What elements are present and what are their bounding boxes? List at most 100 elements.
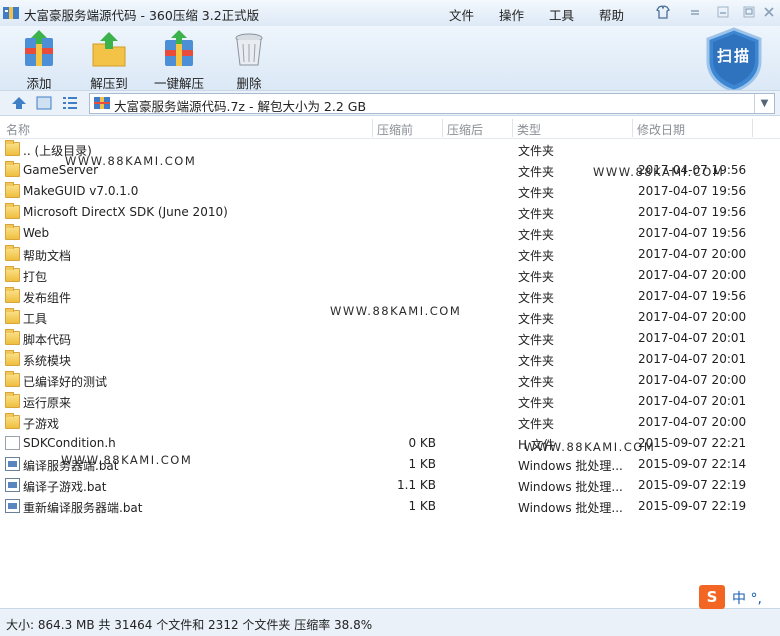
sogou-logo-icon: S: [699, 585, 725, 609]
file-type: 文件夹: [518, 207, 555, 221]
file-date: 2017-04-07 19:56: [638, 226, 747, 240]
file-size: 1 KB: [408, 457, 436, 471]
batch-file-icon: [5, 499, 20, 513]
file-type: 文件夹: [518, 333, 555, 347]
status-text: 大小: 864.3 MB 共 31464 个文件和 2312 个文件夹 压缩率 …: [6, 618, 373, 632]
table-row[interactable]: 运行原来 文件夹 2017-04-07 20:01: [0, 391, 780, 412]
file-type: 文件夹: [518, 165, 555, 179]
menu-tools[interactable]: 工具: [549, 5, 574, 24]
file-icon: [5, 436, 20, 450]
thumbnail-view-icon[interactable]: [36, 96, 52, 110]
folder-icon: [5, 371, 20, 387]
column-size-before[interactable]: 压缩前: [377, 121, 413, 138]
file-name: Web: [23, 226, 50, 240]
file-date: 2017-04-07 20:01: [638, 352, 747, 366]
file-name: 重新编译服务器端.bat: [23, 501, 143, 515]
column-name[interactable]: 名称: [6, 121, 30, 138]
file-name: 已编译好的测试: [23, 375, 108, 389]
batch-file-icon: [5, 478, 20, 492]
title-bar: 大富豪服务端源代码 - 360压缩 3.2正式版 文件 操作 工具 帮助: [0, 0, 780, 26]
table-row[interactable]: 编译子游戏.bat 1.1 KB Windows 批处理... 2015-09-07 …: [0, 475, 780, 496]
file-name: 系统模块: [23, 354, 72, 368]
file-date: 2017-04-07 19:56: [638, 205, 747, 219]
scan-button[interactable]: 扫描: [705, 27, 763, 93]
folder-icon: [5, 266, 20, 282]
file-type: 文件夹: [518, 249, 555, 263]
file-type: 文件夹: [518, 186, 555, 200]
column-date[interactable]: 修改日期: [637, 121, 685, 138]
list-view-icon[interactable]: [62, 96, 78, 110]
maximize-icon[interactable]: [740, 4, 758, 20]
file-date: 2015-09-07 22:19: [638, 478, 747, 492]
menu-file[interactable]: 文件: [449, 5, 474, 24]
add-button[interactable]: 添加: [18, 30, 60, 92]
close-icon[interactable]: [760, 4, 778, 20]
file-date: 2015-09-07 22:14: [638, 457, 747, 471]
table-row[interactable]: 系统模块 文件夹 2017-04-07 20:01: [0, 349, 780, 370]
file-name: MakeGUID v7.0.1.0: [23, 184, 139, 198]
column-divider[interactable]: [752, 119, 753, 137]
ime-toolbar[interactable]: S 中 °,: [699, 585, 780, 611]
file-name: 运行原来: [23, 396, 72, 410]
watermark-text: WWW.88KAMI.COM: [65, 154, 197, 168]
table-row[interactable]: MakeGUID v7.0.1.0 文件夹 2017-04-07 19:56: [0, 181, 780, 202]
table-row[interactable]: 帮助文档 文件夹 2017-04-07 20:00: [0, 244, 780, 265]
folder-icon: [5, 308, 20, 324]
table-row[interactable]: 子游戏 文件夹 2017-04-07 20:00: [0, 412, 780, 433]
toolbar: 添加 解压到 一键解压 删除: [0, 26, 780, 92]
table-row[interactable]: SDKCondition.h 0 KB H 文件 2015-09-07 22:21: [0, 433, 780, 454]
menu-operate[interactable]: 操作: [499, 5, 524, 24]
file-type: 文件夹: [518, 354, 555, 368]
column-divider[interactable]: [442, 119, 443, 137]
table-row[interactable]: 重新编译服务器端.bat 1 KB Windows 批处理... 2015-09-07…: [0, 496, 780, 517]
folder-icon: [5, 203, 20, 219]
table-row[interactable]: 脚本代码 文件夹 2017-04-07 20:01: [0, 328, 780, 349]
folder-icon: [5, 287, 20, 303]
column-type[interactable]: 类型: [517, 121, 541, 138]
file-size: 1.1 KB: [397, 478, 436, 492]
folder-icon: [5, 329, 20, 345]
one-click-extract-button[interactable]: 一键解压: [150, 30, 208, 92]
trash-icon: [235, 33, 263, 66]
skin-icon[interactable]: [654, 4, 672, 20]
extract-folder-icon: [92, 32, 126, 67]
folder-icon: [5, 140, 20, 156]
table-row[interactable]: Microsoft DirectX SDK (June 2010) 文件夹 2017…: [0, 202, 780, 223]
file-type: Windows 批处理...: [518, 480, 623, 494]
column-size-after[interactable]: 压缩后: [447, 121, 483, 138]
watermark-text: WWW.88KAMI.COM: [593, 165, 725, 179]
menu-help[interactable]: 帮助: [599, 5, 624, 24]
file-name: 脚本代码: [23, 333, 72, 347]
file-date: 2017-04-07 20:01: [638, 331, 747, 345]
scan-label: 扫描: [716, 47, 751, 65]
column-divider[interactable]: [372, 119, 373, 137]
extract-to-button[interactable]: 解压到: [88, 30, 130, 92]
file-date: 2017-04-07 20:00: [638, 310, 747, 324]
file-type: 文件夹: [518, 270, 555, 284]
file-name: Microsoft DirectX SDK (June 2010): [23, 205, 228, 219]
table-row[interactable]: 已编译好的测试 文件夹 2017-04-07 20:00: [0, 370, 780, 391]
address-bar: 大富豪服务端源代码.7z - 解包大小为 2.2 GB ▼: [0, 90, 780, 116]
ime-mode-text: 中 °,: [732, 591, 762, 607]
one-click-extract-icon: [165, 30, 193, 66]
table-row[interactable]: 打包 文件夹 2017-04-07 20:00: [0, 265, 780, 286]
delete-button[interactable]: 删除: [228, 30, 270, 92]
file-type: 文件夹: [518, 375, 555, 389]
minimize-icon[interactable]: [714, 4, 732, 20]
path-field[interactable]: 大富豪服务端源代码.7z - 解包大小为 2.2 GB ▼: [89, 93, 775, 114]
file-type: Windows 批处理...: [518, 501, 623, 515]
chevron-down-icon[interactable]: ▼: [754, 94, 774, 113]
status-bar: 大小: 864.3 MB 共 31464 个文件和 2312 个文件夹 压缩率 …: [0, 608, 780, 636]
menu-icon[interactable]: [686, 4, 704, 20]
column-divider[interactable]: [632, 119, 633, 137]
folder-icon: [5, 413, 20, 429]
folder-icon: [5, 245, 20, 261]
file-type: 文件夹: [518, 417, 555, 431]
file-date: 2017-04-07 19:56: [638, 289, 747, 303]
column-divider[interactable]: [512, 119, 513, 137]
file-type: 文件夹: [518, 396, 555, 410]
file-date: 2017-04-07 20:00: [638, 268, 747, 282]
up-arrow-icon[interactable]: [11, 96, 27, 110]
file-date: 2017-04-07 20:00: [638, 373, 747, 387]
table-row[interactable]: Web 文件夹 2017-04-07 19:56: [0, 223, 780, 244]
